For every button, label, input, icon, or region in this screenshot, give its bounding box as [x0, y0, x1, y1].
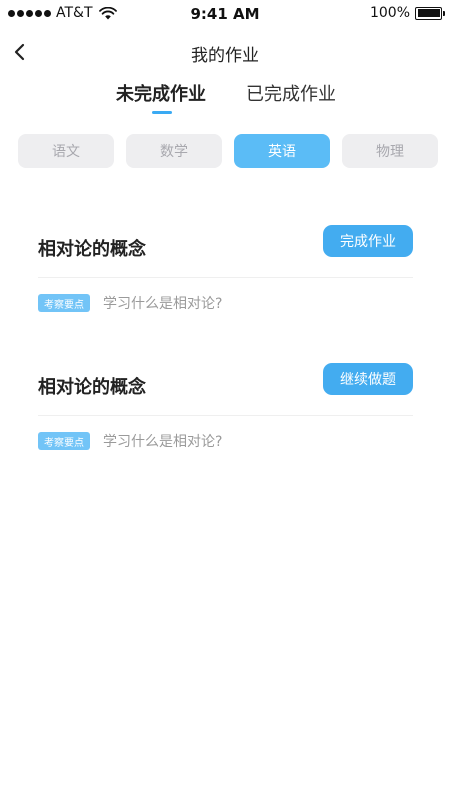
continue-questions-button[interactable]: 继续做题 [323, 363, 413, 395]
active-tab-indicator [152, 111, 172, 114]
status-right: 100% [369, 5, 445, 21]
assignment-description: 学习什么是相对论? [103, 434, 223, 450]
key-point-badge: 考察要点 [38, 432, 90, 450]
subject-filter: 语文 数学 英语 物理 [0, 134, 450, 168]
navigation-bar: 我的作业 [0, 30, 450, 74]
divider [38, 415, 413, 416]
key-point-badge: 考察要点 [38, 294, 90, 312]
subject-chip-physics[interactable]: 物理 [342, 134, 438, 168]
divider [38, 277, 413, 278]
subject-chip-math[interactable]: 数学 [126, 134, 222, 168]
battery-icon [415, 6, 445, 20]
tab-completed[interactable]: 已完成作业 [246, 80, 336, 106]
assignment-title: 相对论的概念 [38, 377, 146, 398]
assignment-title: 相对论的概念 [38, 239, 146, 260]
status-bar: AT&T 9:41 AM 100% [0, 0, 450, 26]
battery-percentage: 100% [369, 5, 410, 21]
tab-incomplete[interactable]: 未完成作业 [116, 80, 206, 106]
page-title: 我的作业 [191, 46, 259, 66]
complete-homework-button[interactable]: 完成作业 [323, 225, 413, 257]
subject-chip-chinese[interactable]: 语文 [18, 134, 114, 168]
subject-chip-english[interactable]: 英语 [234, 134, 330, 168]
homework-tabs: 未完成作业 已完成作业 [0, 80, 450, 120]
assignment-description: 学习什么是相对论? [103, 296, 223, 312]
